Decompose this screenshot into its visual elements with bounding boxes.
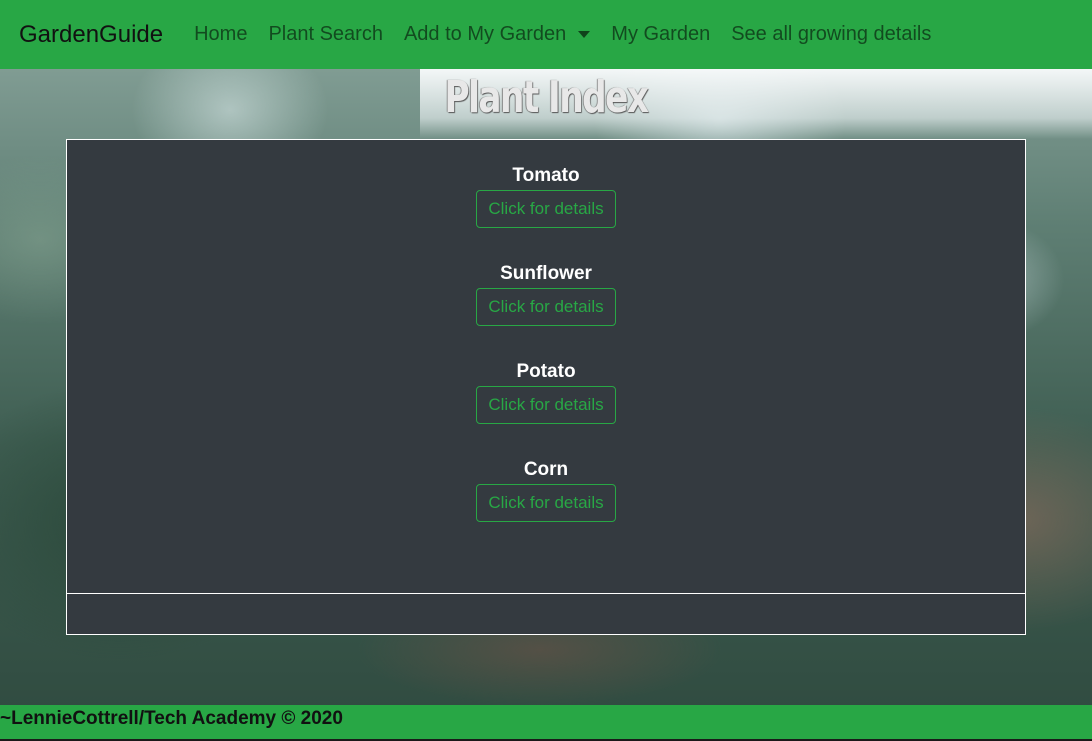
page-title: Plant Index: [444, 72, 649, 123]
plant-name: Potato: [516, 361, 576, 382]
plant-list-panel: Tomato Click for details Sunflower Click…: [66, 139, 1026, 594]
nav-my-garden[interactable]: My Garden: [611, 23, 710, 46]
plant-item-sunflower: Sunflower Click for details: [67, 263, 1025, 326]
plant-item-tomato: Tomato Click for details: [67, 165, 1025, 228]
nav-add-to-my-garden-dropdown[interactable]: Add to My Garden: [403, 23, 591, 46]
details-button-tomato[interactable]: Click for details: [476, 190, 616, 228]
nav-plant-search[interactable]: Plant Search: [268, 23, 383, 46]
page-footer: ~LennieCottrell/Tech Academy © 2020: [0, 705, 1092, 741]
plant-item-potato: Potato Click for details: [67, 361, 1025, 424]
navbar: GardenGuide Home Plant Search Add to My …: [0, 0, 1092, 69]
plant-name: Corn: [523, 459, 569, 480]
details-button-sunflower[interactable]: Click for details: [476, 288, 616, 326]
panel-footer: [66, 593, 1026, 635]
footer-copyright: ~LennieCottrell/Tech Academy © 2020: [0, 708, 343, 729]
nav-add-to-my-garden-label: Add to My Garden: [403, 23, 567, 45]
plant-name: Sunflower: [500, 263, 592, 284]
details-button-corn[interactable]: Click for details: [476, 484, 616, 522]
chevron-down-icon: [578, 31, 591, 38]
plant-item-corn: Corn Click for details: [67, 459, 1025, 522]
details-button-potato[interactable]: Click for details: [476, 386, 616, 424]
nav-home[interactable]: Home: [194, 23, 247, 46]
brand-logo[interactable]: GardenGuide: [19, 21, 163, 49]
nav-growing-details[interactable]: See all growing details: [731, 23, 931, 46]
plant-name: Tomato: [512, 165, 580, 186]
